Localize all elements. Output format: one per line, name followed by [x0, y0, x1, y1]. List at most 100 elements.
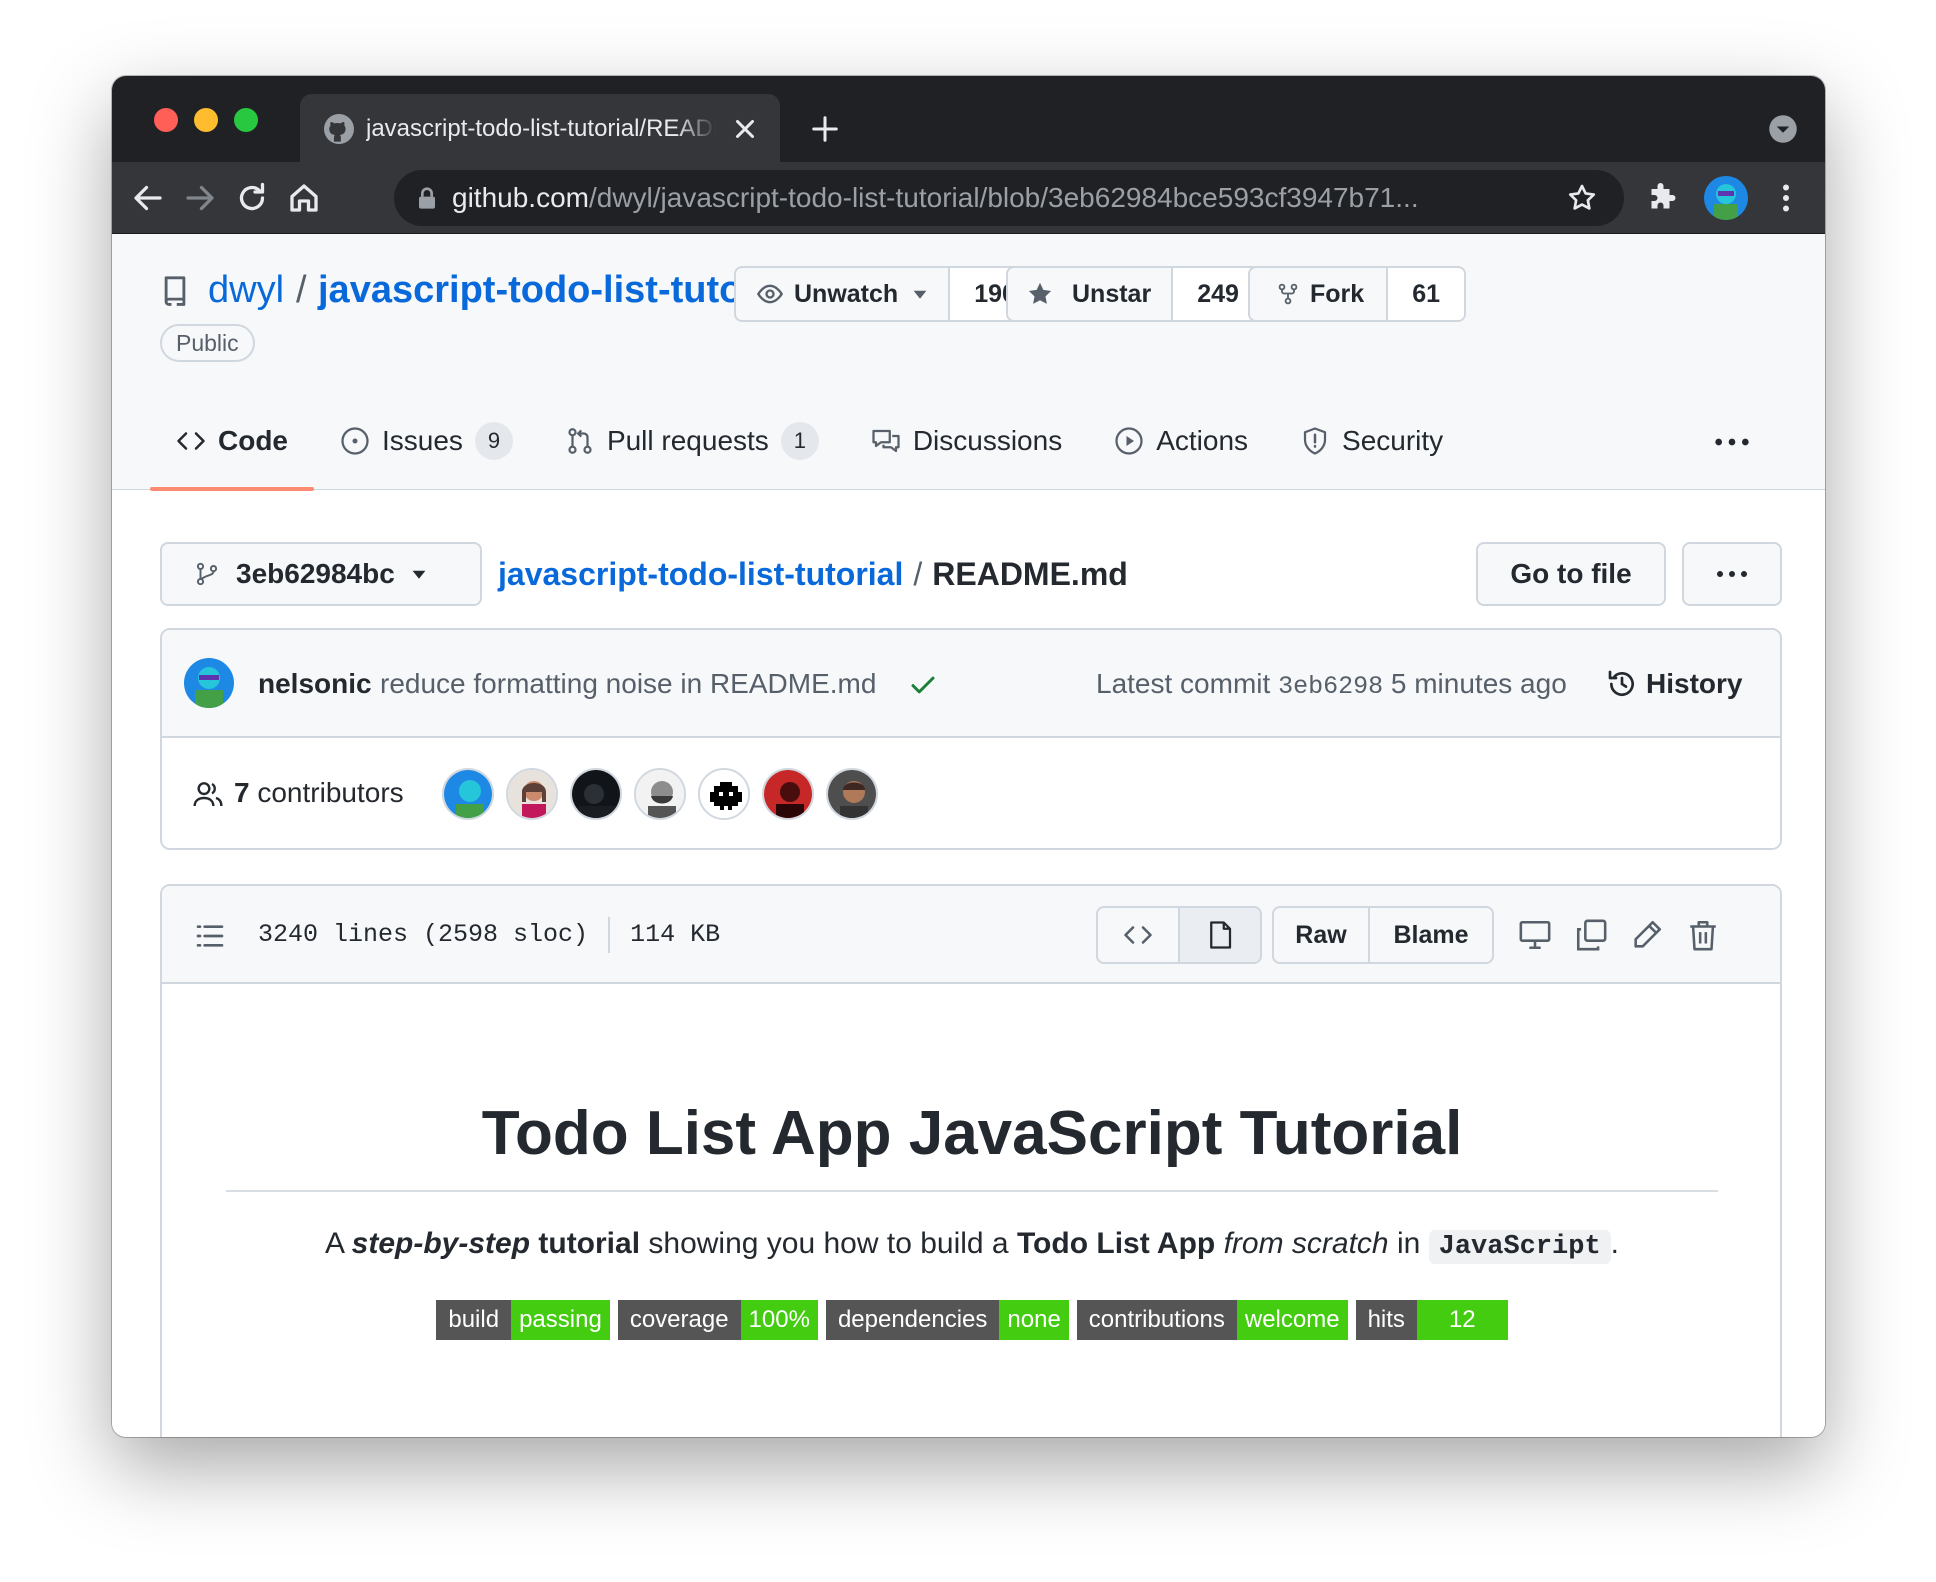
chevron-down-icon [913, 290, 927, 299]
url-text[interactable]: github.com/dwyl/javascript-todo-list-tut… [452, 181, 1542, 215]
tab-actions-label: Actions [1156, 425, 1249, 456]
forward-icon[interactable] [182, 180, 218, 216]
tab-discussions-label: Discussions [912, 425, 1063, 456]
history-button[interactable]: History [1606, 664, 1742, 704]
list-icon[interactable] [194, 920, 226, 952]
commit-summary: nelsonic reduce formatting noise in READ… [162, 630, 1780, 738]
readme-title: Todo List App JavaScript Tutorial [481, 1099, 1463, 1168]
contributor-avatar[interactable] [570, 768, 622, 820]
tab-search-icon[interactable] [1768, 114, 1798, 144]
source-view-button[interactable] [1098, 908, 1178, 962]
contributor-avatar[interactable] [634, 768, 686, 820]
github-favicon [324, 114, 354, 144]
latest-commit-box: nelsonic reduce formatting noise in READ… [160, 628, 1782, 850]
github-page: dwyl / javascript-todo-list-tutorial Pub… [112, 234, 1825, 1437]
breadcrumb-repo-link[interactable]: javascript-todo-list-tutorial [498, 556, 903, 592]
contributors-label: contributors [257, 777, 404, 808]
rendered-view-button[interactable] [1178, 908, 1260, 962]
tab-title: javascript-todo-list-tutorial/README.md [366, 113, 716, 145]
unwatch-label: Unwatch [794, 279, 899, 308]
repo-icon [164, 276, 186, 306]
kebab-icon[interactable] [1768, 180, 1804, 216]
commit-author-link[interactable]: nelsonic [258, 664, 372, 704]
contributor-avatar[interactable] [826, 768, 878, 820]
visibility-badge: Public [160, 324, 255, 362]
tab-strip: javascript-todo-list-tutorial/README.md [112, 76, 1825, 162]
commit-time: 5 minutes ago [1390, 668, 1567, 699]
readme-lead: A step-by-step tutorial showing you how … [324, 1227, 1620, 1264]
avatar-image [700, 770, 748, 818]
go-to-file-button[interactable]: Go to file [1476, 542, 1666, 606]
browser-tab-active[interactable]: javascript-todo-list-tutorial/README.md [300, 94, 780, 162]
tab-security[interactable]: Security [1274, 392, 1469, 490]
forks-count[interactable]: 61 [1388, 268, 1464, 320]
commit-sha-link[interactable]: 3eb6298 [1278, 672, 1383, 701]
stats-divider [608, 917, 611, 953]
lock-icon[interactable] [416, 186, 438, 210]
tab-issues[interactable]: Issues 9 [314, 392, 539, 490]
unwatch-button[interactable]: Unwatch [736, 268, 951, 320]
fork-button[interactable]: Fork [1250, 268, 1389, 320]
tab-actions[interactable]: Actions [1088, 392, 1274, 490]
close-icon[interactable] [730, 114, 760, 144]
view-toggle-group [1096, 906, 1262, 964]
contributors-link[interactable]: 7 contributors [234, 772, 404, 814]
raw-button[interactable]: Raw [1274, 908, 1370, 962]
avatar-image [444, 770, 492, 818]
zoom-window-button[interactable] [234, 108, 258, 132]
pencil-icon[interactable] [1630, 918, 1664, 952]
puzzle-icon[interactable] [1644, 180, 1680, 216]
commit-author-avatar[interactable] [184, 658, 234, 708]
file-size: 114 KB [630, 920, 721, 949]
avatar-image [828, 770, 876, 818]
fork-button-group: Fork 61 [1248, 266, 1466, 322]
title-divider [226, 1190, 1718, 1192]
breadcrumb-separator: / [913, 556, 923, 592]
coverage-badge[interactable]: coverage 100% [617, 1300, 818, 1340]
commit-message-link[interactable]: reduce formatting noise in README.md [380, 664, 876, 704]
profile-avatar[interactable] [1704, 176, 1748, 220]
contributor-avatar[interactable] [442, 768, 494, 820]
blame-button[interactable]: Blame [1370, 908, 1492, 962]
contributor-avatar[interactable] [698, 768, 750, 820]
plus-icon[interactable] [810, 114, 840, 144]
monitor-icon[interactable] [1518, 918, 1552, 952]
pull-requests-counter: 1 [780, 422, 819, 460]
avatar-image [508, 770, 556, 818]
trash-icon[interactable] [1686, 918, 1720, 952]
reload-icon[interactable] [234, 180, 270, 216]
check-icon[interactable] [908, 670, 938, 700]
browser-toolbar: github.com/dwyl/javascript-todo-list-tut… [112, 162, 1825, 234]
contributor-avatar[interactable] [506, 768, 558, 820]
home-icon[interactable] [286, 180, 322, 216]
tab-code-label: Code [218, 425, 288, 456]
unstar-button[interactable]: Unstar [1008, 268, 1174, 320]
tab-code[interactable]: Code [150, 392, 314, 491]
close-window-button[interactable] [154, 108, 178, 132]
contributor-avatar[interactable] [762, 768, 814, 820]
address-bar[interactable]: github.com/dwyl/javascript-todo-list-tut… [394, 170, 1624, 226]
back-icon[interactable] [130, 180, 166, 216]
branch-selector-button[interactable]: 3eb62984bc [160, 542, 482, 606]
repo-owner-link[interactable]: dwyl [208, 264, 284, 316]
watch-button-group: Unwatch 190 [734, 266, 1042, 322]
copy-icon[interactable] [1574, 918, 1608, 952]
repo-nav: Code Issues 9 Pull requests 1 Discussion… [150, 392, 1469, 491]
contributions-badge[interactable]: contributions welcome [1076, 1300, 1348, 1340]
minimize-window-button[interactable] [194, 108, 218, 132]
hits-badge[interactable]: hits 12 [1355, 1300, 1508, 1340]
latest-commit-label: Latest commit [1096, 668, 1271, 699]
file-more-button[interactable] [1682, 542, 1782, 606]
dependencies-badge[interactable]: dependencies none [825, 1300, 1069, 1340]
file-header: 3240 lines (2598 sloc) 114 KB Raw Blame [162, 886, 1780, 984]
repo-name-link[interactable]: javascript-todo-list-tutorial [318, 264, 799, 316]
more-tabs-icon[interactable] [1712, 422, 1752, 462]
build-badge[interactable]: build passing [436, 1300, 610, 1340]
pull-request-icon [568, 428, 592, 454]
star-icon[interactable] [1566, 182, 1598, 214]
tab-pull-requests[interactable]: Pull requests 1 [539, 392, 845, 490]
star-button-group: Unstar 249 [1006, 266, 1265, 322]
avatar-image [764, 770, 812, 818]
tab-discussions[interactable]: Discussions [845, 392, 1088, 490]
avatar-image [636, 770, 684, 818]
